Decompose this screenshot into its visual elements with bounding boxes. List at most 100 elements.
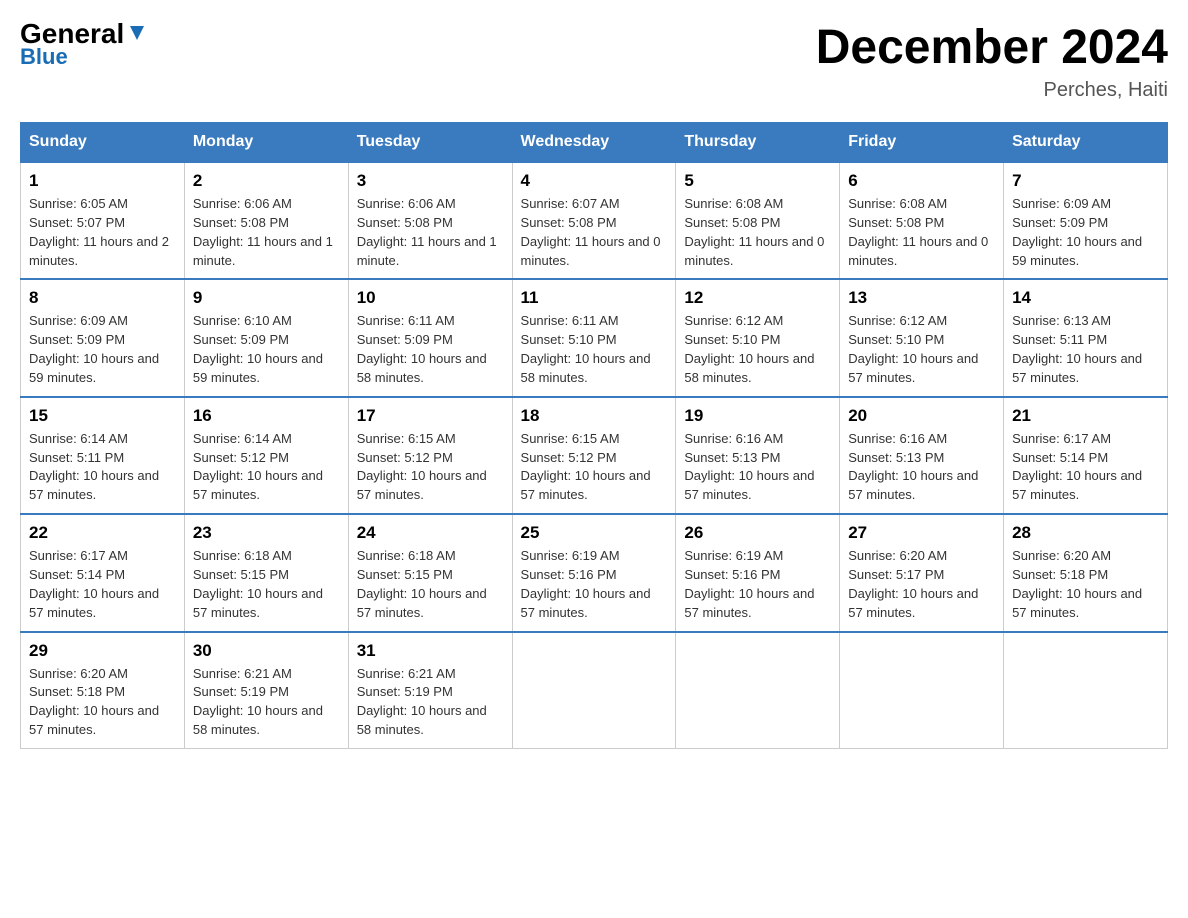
day-number: 25 — [521, 523, 668, 543]
weekday-header-friday: Friday — [840, 123, 1004, 163]
day-info: Sunrise: 6:12 AMSunset: 5:10 PMDaylight:… — [848, 312, 995, 387]
calendar-cell — [1004, 632, 1168, 749]
day-number: 14 — [1012, 288, 1159, 308]
day-info: Sunrise: 6:20 AMSunset: 5:17 PMDaylight:… — [848, 547, 995, 622]
weekday-header-saturday: Saturday — [1004, 123, 1168, 163]
calendar-week-4: 22Sunrise: 6:17 AMSunset: 5:14 PMDayligh… — [21, 514, 1168, 631]
day-number: 27 — [848, 523, 995, 543]
calendar-cell — [840, 632, 1004, 749]
day-number: 2 — [193, 171, 340, 191]
calendar-cell: 21 Sunrise: 6:17 AMSunset: 5:14 PMDayligh… — [1004, 397, 1168, 514]
weekday-header-wednesday: Wednesday — [512, 123, 676, 163]
day-number: 12 — [684, 288, 831, 308]
logo-triangle-icon — [126, 22, 148, 44]
day-info: Sunrise: 6:14 AMSunset: 5:11 PMDaylight:… — [29, 430, 176, 505]
day-number: 1 — [29, 171, 176, 191]
day-info: Sunrise: 6:17 AMSunset: 5:14 PMDaylight:… — [1012, 430, 1159, 505]
calendar-cell: 14 Sunrise: 6:13 AMSunset: 5:11 PMDayligh… — [1004, 279, 1168, 396]
calendar-cell: 3 Sunrise: 6:06 AMSunset: 5:08 PMDaylight… — [348, 162, 512, 279]
day-info: Sunrise: 6:15 AMSunset: 5:12 PMDaylight:… — [521, 430, 668, 505]
day-info: Sunrise: 6:13 AMSunset: 5:11 PMDaylight:… — [1012, 312, 1159, 387]
calendar-cell: 19 Sunrise: 6:16 AMSunset: 5:13 PMDayligh… — [676, 397, 840, 514]
day-info: Sunrise: 6:12 AMSunset: 5:10 PMDaylight:… — [684, 312, 831, 387]
day-info: Sunrise: 6:15 AMSunset: 5:12 PMDaylight:… — [357, 430, 504, 505]
calendar-cell: 27 Sunrise: 6:20 AMSunset: 5:17 PMDayligh… — [840, 514, 1004, 631]
logo-text-blue: Blue — [20, 44, 68, 70]
calendar-cell: 13 Sunrise: 6:12 AMSunset: 5:10 PMDayligh… — [840, 279, 1004, 396]
calendar-cell: 7Sunrise: 6:09 AMSunset: 5:09 PMDaylight… — [1004, 162, 1168, 279]
day-number: 5 — [684, 171, 831, 191]
calendar-cell — [676, 632, 840, 749]
day-info: Sunrise: 6:21 AMSunset: 5:19 PMDaylight:… — [357, 665, 504, 740]
day-info: Sunrise: 6:05 AMSunset: 5:07 PMDaylight:… — [29, 195, 176, 270]
day-number: 9 — [193, 288, 340, 308]
calendar-cell: 18 Sunrise: 6:15 AMSunset: 5:12 PMDayligh… — [512, 397, 676, 514]
calendar-cell: 6Sunrise: 6:08 AMSunset: 5:08 PMDaylight… — [840, 162, 1004, 279]
day-info: Sunrise: 6:18 AMSunset: 5:15 PMDaylight:… — [193, 547, 340, 622]
calendar-cell: 28Sunrise: 6:20 AMSunset: 5:18 PMDayligh… — [1004, 514, 1168, 631]
day-number: 20 — [848, 406, 995, 426]
calendar-cell: 16Sunrise: 6:14 AMSunset: 5:12 PMDayligh… — [184, 397, 348, 514]
day-info: Sunrise: 6:16 AMSunset: 5:13 PMDaylight:… — [684, 430, 831, 505]
calendar-cell: 11 Sunrise: 6:11 AMSunset: 5:10 PMDayligh… — [512, 279, 676, 396]
day-number: 21 — [1012, 406, 1159, 426]
logo: General Blue — [20, 20, 148, 70]
weekday-header-row: SundayMondayTuesdayWednesdayThursdayFrid… — [21, 123, 1168, 163]
page-header: General Blue December 2024 Perches, Hait… — [20, 20, 1168, 102]
day-info: Sunrise: 6:21 AMSunset: 5:19 PMDaylight:… — [193, 665, 340, 740]
calendar-cell: 31 Sunrise: 6:21 AMSunset: 5:19 PMDayligh… — [348, 632, 512, 749]
day-info: Sunrise: 6:20 AMSunset: 5:18 PMDaylight:… — [1012, 547, 1159, 622]
calendar-week-1: 1 Sunrise: 6:05 AMSunset: 5:07 PMDaylight… — [21, 162, 1168, 279]
calendar-cell: 26Sunrise: 6:19 AMSunset: 5:16 PMDayligh… — [676, 514, 840, 631]
day-number: 11 — [521, 288, 668, 308]
title-section: December 2024 Perches, Haiti — [816, 20, 1168, 102]
calendar-cell: 2 Sunrise: 6:06 AMSunset: 5:08 PMDaylight… — [184, 162, 348, 279]
calendar-cell: 17 Sunrise: 6:15 AMSunset: 5:12 PMDayligh… — [348, 397, 512, 514]
day-info: Sunrise: 6:19 AMSunset: 5:16 PMDaylight:… — [684, 547, 831, 622]
calendar-cell: 15 Sunrise: 6:14 AMSunset: 5:11 PMDayligh… — [21, 397, 185, 514]
day-number: 16 — [193, 406, 340, 426]
day-number: 24 — [357, 523, 504, 543]
calendar-cell: 12 Sunrise: 6:12 AMSunset: 5:10 PMDayligh… — [676, 279, 840, 396]
day-number: 15 — [29, 406, 176, 426]
calendar-cell: 8Sunrise: 6:09 AMSunset: 5:09 PMDaylight… — [21, 279, 185, 396]
day-info: Sunrise: 6:10 AMSunset: 5:09 PMDaylight:… — [193, 312, 340, 387]
day-number: 13 — [848, 288, 995, 308]
weekday-header-tuesday: Tuesday — [348, 123, 512, 163]
calendar-cell — [512, 632, 676, 749]
day-number: 4 — [521, 171, 668, 191]
day-number: 3 — [357, 171, 504, 191]
day-number: 6 — [848, 171, 995, 191]
calendar-table: SundayMondayTuesdayWednesdayThursdayFrid… — [20, 122, 1168, 749]
weekday-header-sunday: Sunday — [21, 123, 185, 163]
calendar-cell: 24 Sunrise: 6:18 AMSunset: 5:15 PMDayligh… — [348, 514, 512, 631]
day-info: Sunrise: 6:19 AMSunset: 5:16 PMDaylight:… — [521, 547, 668, 622]
day-info: Sunrise: 6:20 AMSunset: 5:18 PMDaylight:… — [29, 665, 176, 740]
day-info: Sunrise: 6:11 AMSunset: 5:09 PMDaylight:… — [357, 312, 504, 387]
day-info: Sunrise: 6:11 AMSunset: 5:10 PMDaylight:… — [521, 312, 668, 387]
day-info: Sunrise: 6:16 AMSunset: 5:13 PMDaylight:… — [848, 430, 995, 505]
day-info: Sunrise: 6:09 AMSunset: 5:09 PMDaylight:… — [1012, 195, 1159, 270]
calendar-week-5: 29 Sunrise: 6:20 AMSunset: 5:18 PMDayligh… — [21, 632, 1168, 749]
calendar-cell: 20 Sunrise: 6:16 AMSunset: 5:13 PMDayligh… — [840, 397, 1004, 514]
calendar-cell: 4Sunrise: 6:07 AMSunset: 5:08 PMDaylight… — [512, 162, 676, 279]
calendar-cell: 30Sunrise: 6:21 AMSunset: 5:19 PMDayligh… — [184, 632, 348, 749]
calendar-cell: 9 Sunrise: 6:10 AMSunset: 5:09 PMDaylight… — [184, 279, 348, 396]
calendar-cell: 10 Sunrise: 6:11 AMSunset: 5:09 PMDayligh… — [348, 279, 512, 396]
day-number: 31 — [357, 641, 504, 661]
calendar-week-3: 15 Sunrise: 6:14 AMSunset: 5:11 PMDayligh… — [21, 397, 1168, 514]
calendar-cell: 25 Sunrise: 6:19 AMSunset: 5:16 PMDayligh… — [512, 514, 676, 631]
day-number: 19 — [684, 406, 831, 426]
day-number: 10 — [357, 288, 504, 308]
day-info: Sunrise: 6:06 AMSunset: 5:08 PMDaylight:… — [193, 195, 340, 270]
day-info: Sunrise: 6:09 AMSunset: 5:09 PMDaylight:… — [29, 312, 176, 387]
day-number: 18 — [521, 406, 668, 426]
day-info: Sunrise: 6:06 AMSunset: 5:08 PMDaylight:… — [357, 195, 504, 270]
day-info: Sunrise: 6:18 AMSunset: 5:15 PMDaylight:… — [357, 547, 504, 622]
day-info: Sunrise: 6:08 AMSunset: 5:08 PMDaylight:… — [684, 195, 831, 270]
day-number: 17 — [357, 406, 504, 426]
calendar-cell: 5 Sunrise: 6:08 AMSunset: 5:08 PMDaylight… — [676, 162, 840, 279]
calendar-cell: 29 Sunrise: 6:20 AMSunset: 5:18 PMDayligh… — [21, 632, 185, 749]
weekday-header-monday: Monday — [184, 123, 348, 163]
day-number: 29 — [29, 641, 176, 661]
